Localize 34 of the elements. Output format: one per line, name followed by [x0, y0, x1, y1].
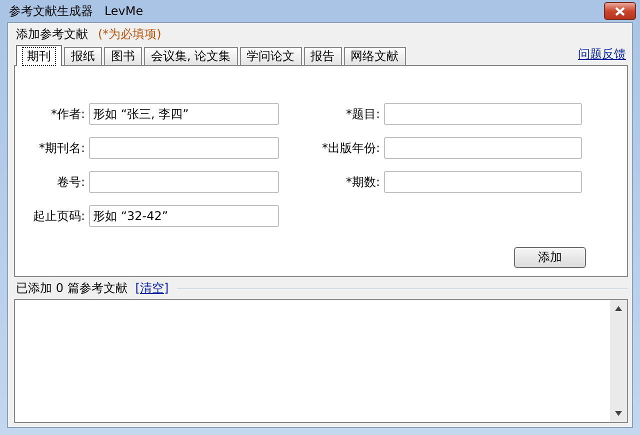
tab[interactable]: 网络文献 [344, 47, 406, 65]
group-title: 添加参考文献 [16, 26, 88, 42]
scroll-up-icon [615, 306, 622, 311]
input-field[interactable]: 形如 “张三, 李四” [89, 103, 279, 125]
reference-list[interactable] [14, 299, 628, 423]
window-title: 参考文献生成器 LevMe [8, 2, 144, 20]
input-field[interactable] [384, 137, 582, 159]
scrollbar[interactable] [610, 300, 627, 422]
input-field[interactable] [89, 137, 279, 159]
tab[interactable]: 报纸 [64, 47, 102, 65]
scroll-down-icon [615, 411, 622, 416]
input-field[interactable] [384, 103, 582, 125]
input-field[interactable]: 形如 “32-42” [89, 205, 279, 227]
feedback-link[interactable]: 问题反馈 [578, 46, 626, 62]
close-icon [615, 6, 625, 16]
field-label: *期刊名: [38, 140, 86, 156]
field-label: *出版年份: [320, 140, 381, 156]
field-label: *期数: [344, 174, 381, 190]
add-button[interactable]: 添加 [514, 247, 586, 268]
input-field[interactable] [89, 171, 279, 193]
field-label: *作者: [50, 106, 86, 122]
tab[interactable]: 会议集, 论文集 [144, 47, 238, 65]
input-field[interactable] [384, 171, 582, 193]
field-label: 起止页码: [32, 208, 86, 224]
field-label: *题目: [344, 106, 381, 122]
required-hint: (*为必填项) [98, 26, 162, 42]
tab[interactable]: 图书 [104, 47, 142, 65]
tab[interactable]: 学问论文 [240, 47, 302, 65]
field-label: 卷号: [56, 174, 86, 190]
tab[interactable]: 报告 [304, 47, 342, 65]
clear-link[interactable]: [清空] [135, 280, 169, 296]
close-button[interactable] [604, 2, 636, 20]
added-count-text: 已添加 0 篇参考文献 [16, 280, 128, 296]
tab[interactable]: 期刊 [16, 45, 62, 66]
